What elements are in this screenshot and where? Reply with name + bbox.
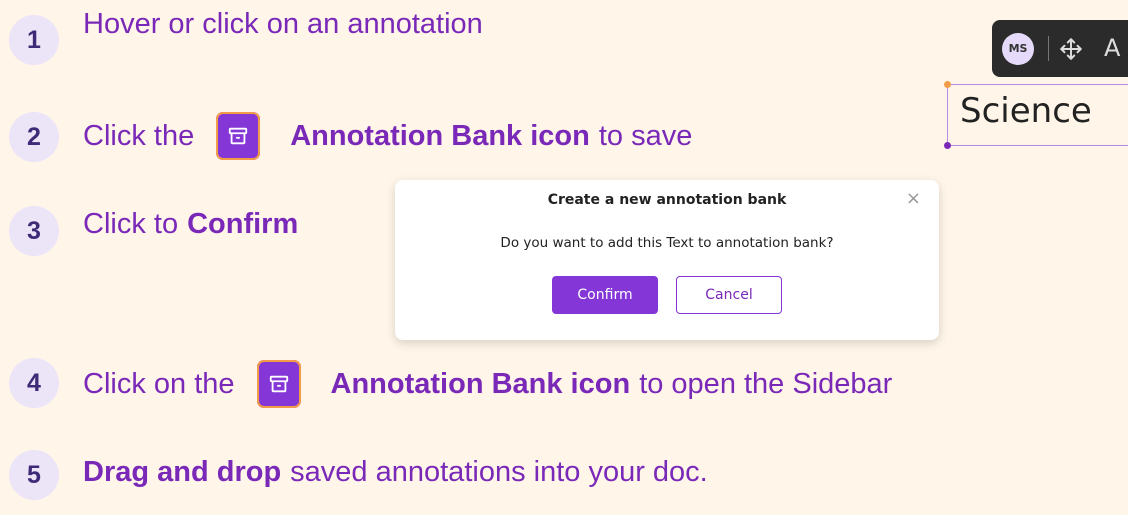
close-icon[interactable]: × [906,188,921,209]
toolbar-divider [1048,36,1049,61]
step-number: 1 [9,15,59,65]
confirm-button[interactable]: Confirm [552,276,658,314]
step-text: Click to Confirm [83,204,298,244]
step-text: Hover or click on an annotation [83,4,483,44]
step-text: Click the Annotation Bank icon to save [83,108,692,164]
step-4-post: to open the Sidebar [639,367,893,400]
step-3-bold: Confirm [187,207,299,240]
step-number: 5 [9,450,59,500]
annotation-bank-dialog: Create a new annotation bank × Do you wa… [395,180,939,340]
annotation-text: Science [960,91,1092,131]
step-4-bold: Annotation Bank icon [330,367,631,400]
cancel-button[interactable]: Cancel [676,276,782,314]
archive-box-icon[interactable] [216,112,261,160]
step-number: 4 [9,358,59,408]
dialog-actions: Confirm Cancel [395,276,939,314]
annotation-toolbar: MS A [992,20,1128,77]
step-4-pre: Click on the [83,367,235,400]
step-2-post: to save [598,119,693,152]
avatar[interactable]: MS [1002,32,1034,65]
dialog-message: Do you want to add this Text to annotati… [500,235,834,251]
toolbar-partial-label[interactable]: A [1104,34,1120,62]
step-text: Drag and drop saved annotations into you… [83,452,708,492]
step-text: Click on the Annotation Bank icon to ope… [83,356,892,412]
dialog-title: Create a new annotation bank [547,192,787,208]
step-1-text: Hover or click on an annotation [83,7,483,40]
step-5-post: saved annotations into your doc. [290,455,708,488]
step-number: 3 [9,206,59,256]
step-2-bold: Annotation Bank icon [290,119,590,152]
resize-handle[interactable] [944,81,951,88]
archive-box-icon[interactable] [256,360,301,408]
step-number: 2 [9,112,59,162]
resize-handle[interactable] [944,142,951,149]
step-5-bold: Drag and drop [83,455,282,488]
selected-annotation[interactable]: Science [944,81,1128,149]
step-3-pre: Click to [83,207,179,240]
move-arrows-icon[interactable] [1058,36,1084,67]
step-2-pre: Click the [83,119,195,152]
